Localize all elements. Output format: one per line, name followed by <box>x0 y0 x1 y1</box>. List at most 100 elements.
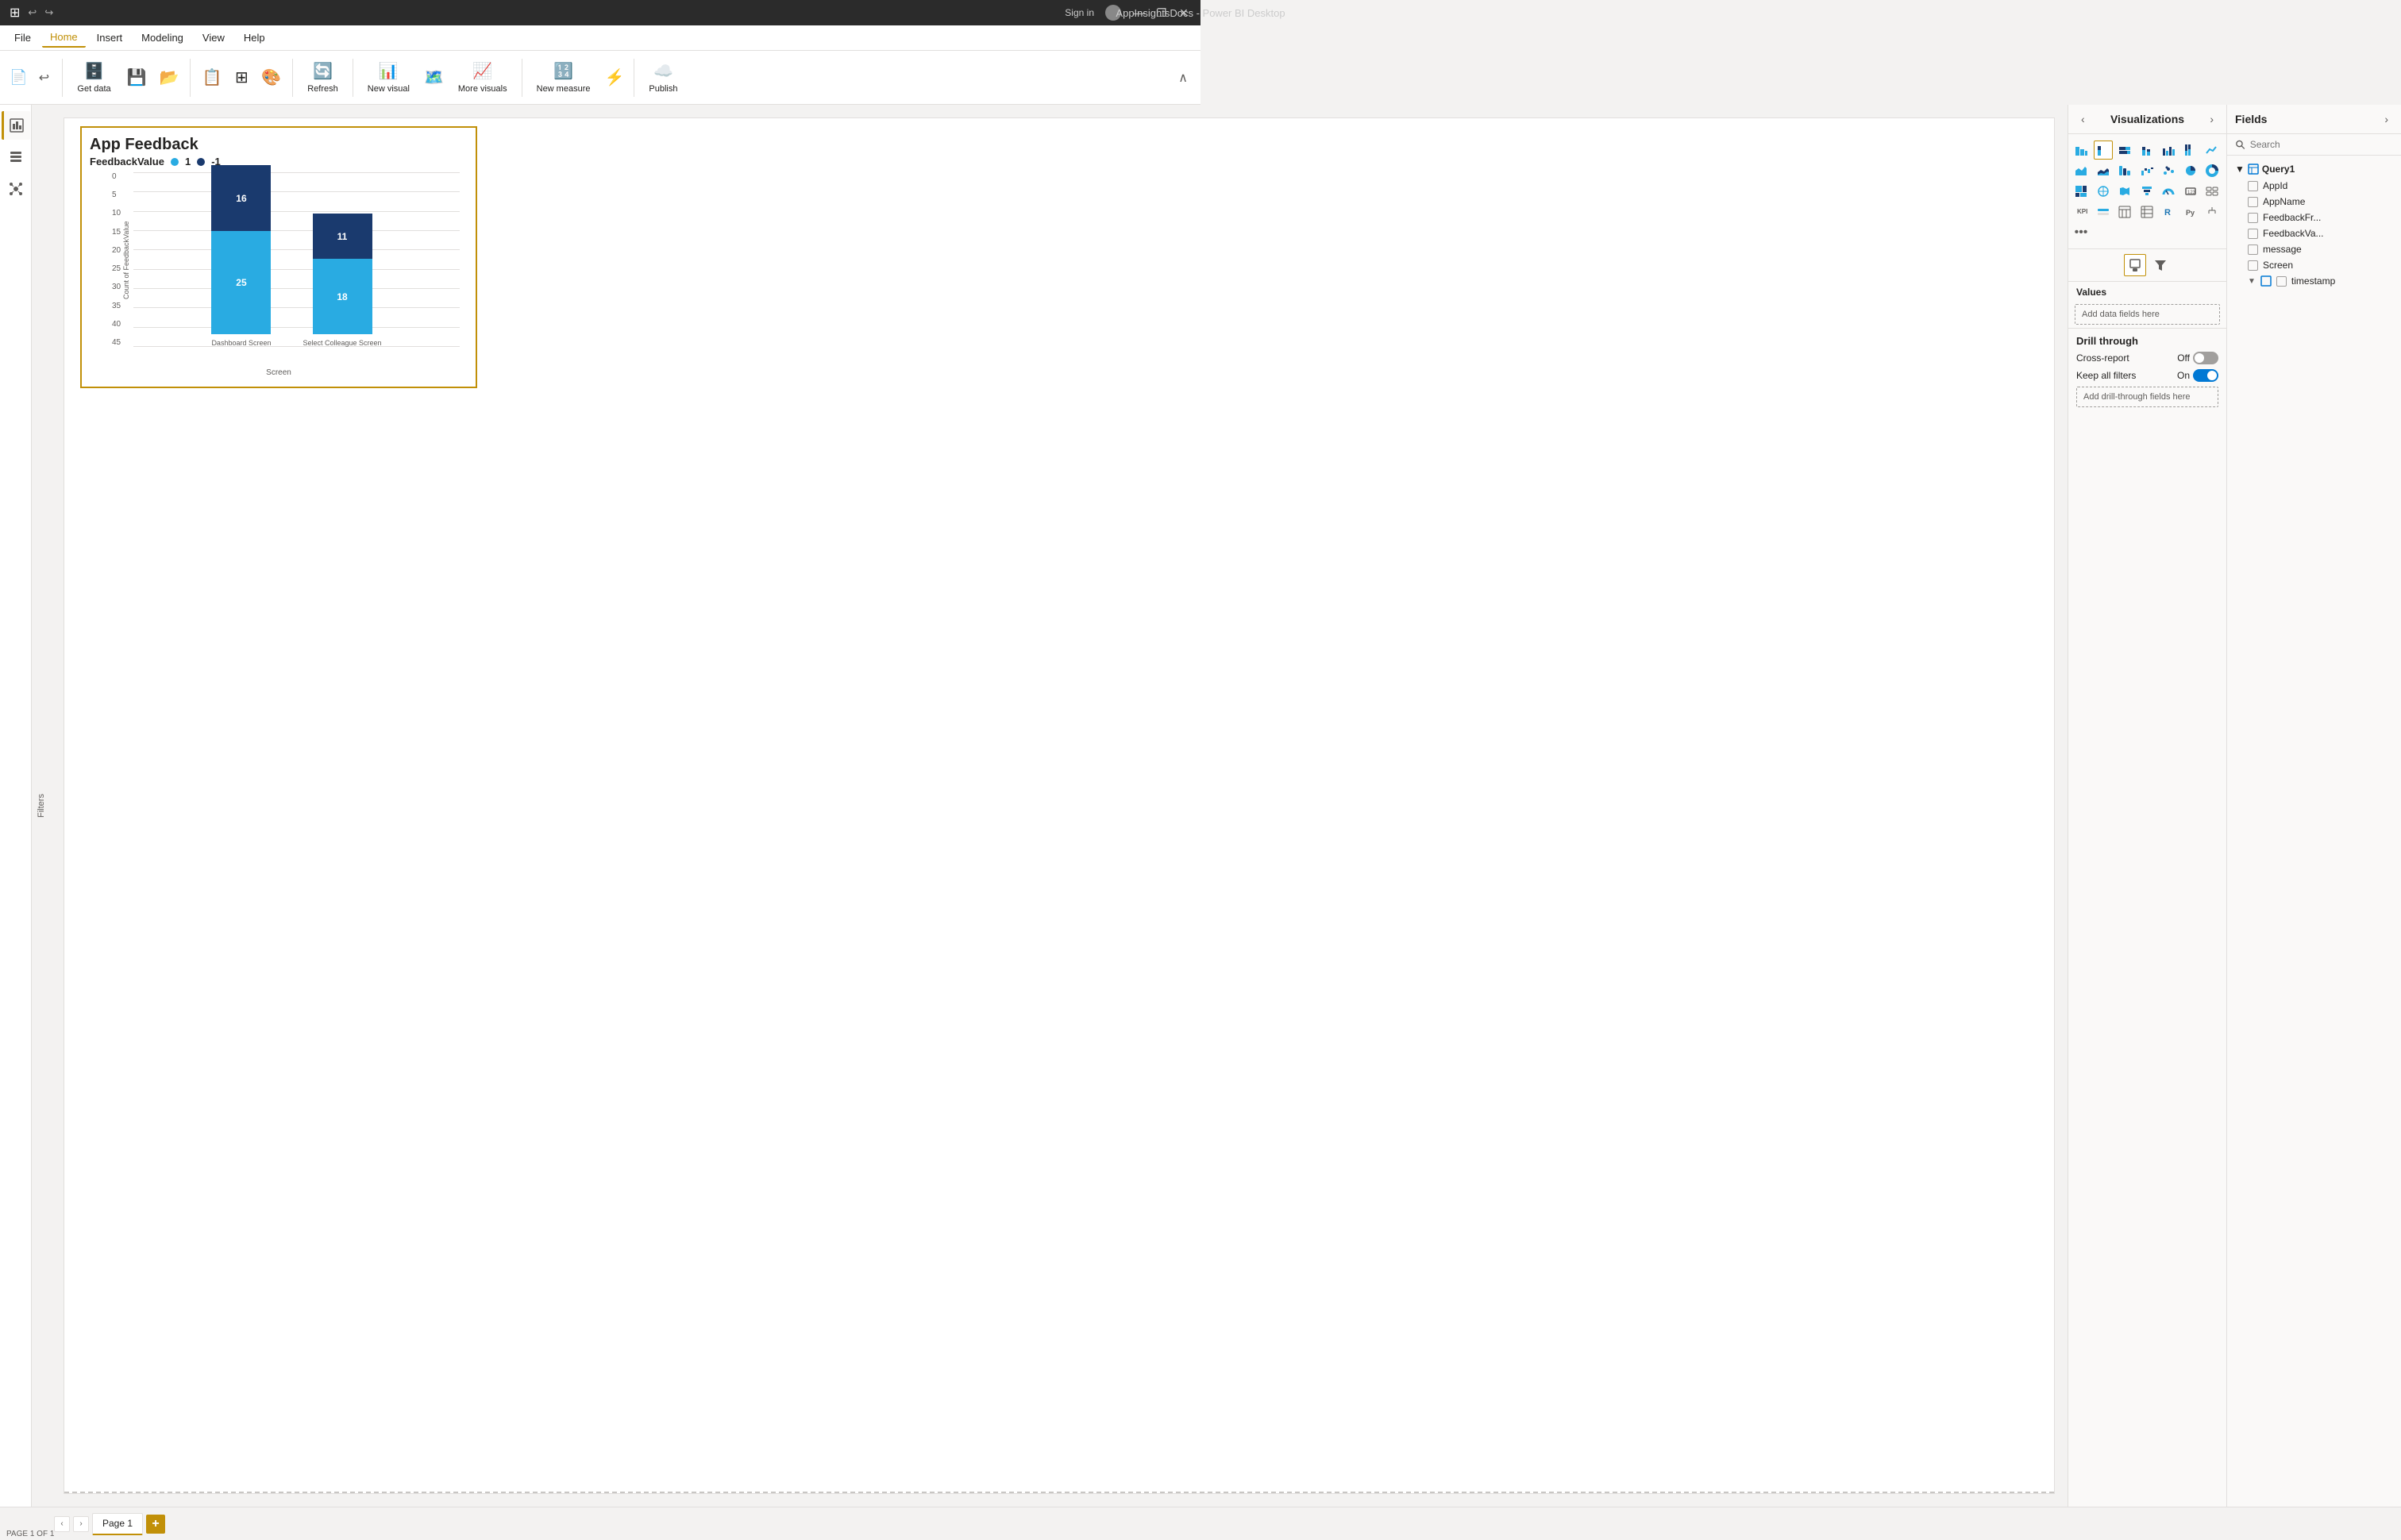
viz-decomp-icon[interactable] <box>2203 202 2222 221</box>
viz-pie-icon[interactable] <box>2181 161 2200 180</box>
fields-panel-expand[interactable]: › <box>2380 111 2393 127</box>
viz-filled-map-icon[interactable] <box>2115 182 2134 201</box>
new-visual-btn[interactable]: 📊 New visual <box>360 55 418 101</box>
sidebar-data-icon[interactable] <box>2 143 30 171</box>
tab-prev-btn[interactable]: ‹ <box>54 1516 70 1532</box>
viz-card-icon[interactable]: 123 <box>2181 182 2200 201</box>
get-data-btn[interactable]: 🗄️ Get data <box>69 55 118 101</box>
viz-r-icon[interactable]: R <box>2159 202 2178 221</box>
query1-table-header[interactable]: ▼ Query1 <box>2230 160 2398 178</box>
add-page-btn[interactable]: + <box>146 1515 165 1534</box>
viz-treemap-icon[interactable] <box>2071 182 2091 201</box>
field-feedbackva[interactable]: FeedbackVa... <box>2230 225 2398 241</box>
menu-insert[interactable]: Insert <box>89 29 131 47</box>
bar-segment-top-2: 11 <box>313 214 372 259</box>
refresh-btn[interactable]: 🔄 Refresh <box>299 55 346 101</box>
menu-view[interactable]: View <box>195 29 233 47</box>
timestamp-table-icon <box>2260 275 2272 287</box>
add-values-box[interactable]: Add data fields here <box>2075 304 2220 325</box>
paste-btn[interactable]: 📋 <box>197 55 226 101</box>
chart-visual[interactable]: App Feedback FeedbackValue 1 -1 45403530… <box>80 126 477 388</box>
sign-in-btn[interactable]: Sign in <box>1065 7 1094 18</box>
bar-segment-top-1: 16 <box>211 165 271 231</box>
save-btn[interactable]: 💾 <box>122 55 152 101</box>
publish-btn[interactable]: ☁️ Publish <box>641 55 685 101</box>
viz-kpi-icon[interactable]: KPI <box>2071 202 2091 221</box>
canvas-inner[interactable]: App Feedback FeedbackValue 1 -1 45403530… <box>64 117 2055 1494</box>
sidebar-model-icon[interactable] <box>2 175 30 203</box>
format-filter-btn[interactable] <box>2149 254 2172 276</box>
tab-next-btn[interactable]: › <box>73 1516 89 1532</box>
field-screen-checkbox[interactable] <box>2248 260 2258 271</box>
ribbon-collapse-btn[interactable]: ∧ <box>1172 70 1194 86</box>
field-appid-name: AppId <box>2263 180 2287 191</box>
format-btn2[interactable]: 🎨 <box>256 55 286 101</box>
visual-icon-btn[interactable]: 🗺️ <box>421 55 447 101</box>
field-screen[interactable]: Screen <box>2230 257 2398 273</box>
field-appid-checkbox[interactable] <box>2248 181 2258 191</box>
viz-waterfall-icon[interactable] <box>2137 161 2156 180</box>
viz-slicer-icon[interactable] <box>2094 202 2113 221</box>
viz-funnel-icon[interactable] <box>2137 182 2156 201</box>
search-icon <box>2235 139 2245 150</box>
field-feedbackva-name: FeedbackVa... <box>2263 228 2324 239</box>
new-page-btn[interactable]: 📄 <box>6 55 30 101</box>
menu-file[interactable]: File <box>6 29 39 47</box>
viz-donut-icon[interactable] <box>2203 161 2222 180</box>
viz-clustered-bar-icon[interactable] <box>2094 141 2113 160</box>
viz-python-icon[interactable]: Py <box>2181 202 2200 221</box>
viz-area-icon[interactable] <box>2071 161 2091 180</box>
viz-matrix-icon[interactable] <box>2137 202 2156 221</box>
viz-ribbon-icon[interactable] <box>2115 161 2134 180</box>
viz-gauge-icon[interactable] <box>2159 182 2178 201</box>
field-feedbackva-checkbox[interactable] <box>2248 229 2258 239</box>
viz-multi-card-icon[interactable] <box>2203 182 2222 201</box>
fields-search-box[interactable] <box>2227 134 2401 156</box>
field-feedbackfr[interactable]: FeedbackFr... <box>2230 210 2398 225</box>
add-drillthrough-box[interactable]: Add drill-through fields here <box>2076 387 2218 407</box>
viz-100pct-col-icon[interactable] <box>2181 141 2200 160</box>
field-appname-checkbox[interactable] <box>2248 197 2258 207</box>
viz-stacked-col-icon[interactable] <box>2137 141 2156 160</box>
undo-btn[interactable]: ↩ <box>28 6 37 19</box>
cross-report-toggle[interactable]: Off <box>2177 352 2218 364</box>
sidebar-report-icon[interactable] <box>2 111 30 140</box>
more-visuals-btn[interactable]: 📈 More visuals <box>450 55 515 101</box>
menu-modeling[interactable]: Modeling <box>133 29 191 47</box>
keep-filters-toggle[interactable]: On <box>2177 369 2218 382</box>
open-btn[interactable]: 📂 <box>155 55 184 101</box>
menu-home[interactable]: Home <box>42 28 86 48</box>
page-tab-1[interactable]: Page 1 <box>92 1513 143 1535</box>
viz-map-icon[interactable] <box>2094 182 2113 201</box>
viz-stacked-area-icon[interactable] <box>2094 161 2113 180</box>
viz-more-icon[interactable]: ••• <box>2071 223 2091 242</box>
viz-table-icon[interactable] <box>2115 202 2134 221</box>
quick-measure-btn[interactable]: ⚡ <box>601 55 627 101</box>
keep-filters-track[interactable] <box>2193 369 2218 382</box>
filters-panel: Filters <box>32 105 51 1507</box>
viz-line-icon[interactable] <box>2203 141 2222 160</box>
cross-report-track[interactable] <box>2193 352 2218 364</box>
field-appname[interactable]: AppName <box>2230 194 2398 210</box>
format-paint-btn[interactable] <box>2124 254 2146 276</box>
viz-clustered-col-icon[interactable] <box>2159 141 2178 160</box>
fields-search-input[interactable] <box>2250 139 2393 150</box>
menu-help[interactable]: Help <box>236 29 273 47</box>
redo-btn[interactable]: ↪ <box>44 6 53 19</box>
field-message-checkbox[interactable] <box>2248 244 2258 255</box>
menu-bar: File Home Insert Modeling View Help <box>0 25 1200 51</box>
viz-panel-prev[interactable]: ‹ <box>2076 111 2090 127</box>
field-timestamp[interactable]: ▼ timestamp <box>2230 273 2398 289</box>
viz-scatter-icon[interactable] <box>2159 161 2178 180</box>
viz-panel-next[interactable]: › <box>2205 111 2218 127</box>
new-measure-btn[interactable]: 🔢 New measure <box>529 55 599 101</box>
field-feedbackfr-checkbox[interactable] <box>2248 213 2258 223</box>
field-appid[interactable]: AppId <box>2230 178 2398 194</box>
field-message[interactable]: message <box>2230 241 2398 257</box>
viz-100pct-bar-icon[interactable] <box>2115 141 2134 160</box>
viz-stacked-bar-icon[interactable] <box>2071 141 2091 160</box>
field-timestamp-checkbox[interactable] <box>2276 276 2287 287</box>
field-message-name: message <box>2263 244 2302 255</box>
table-btn[interactable]: ⊞ <box>229 55 253 101</box>
undo-ribbon-btn[interactable]: ↩ <box>32 55 56 101</box>
